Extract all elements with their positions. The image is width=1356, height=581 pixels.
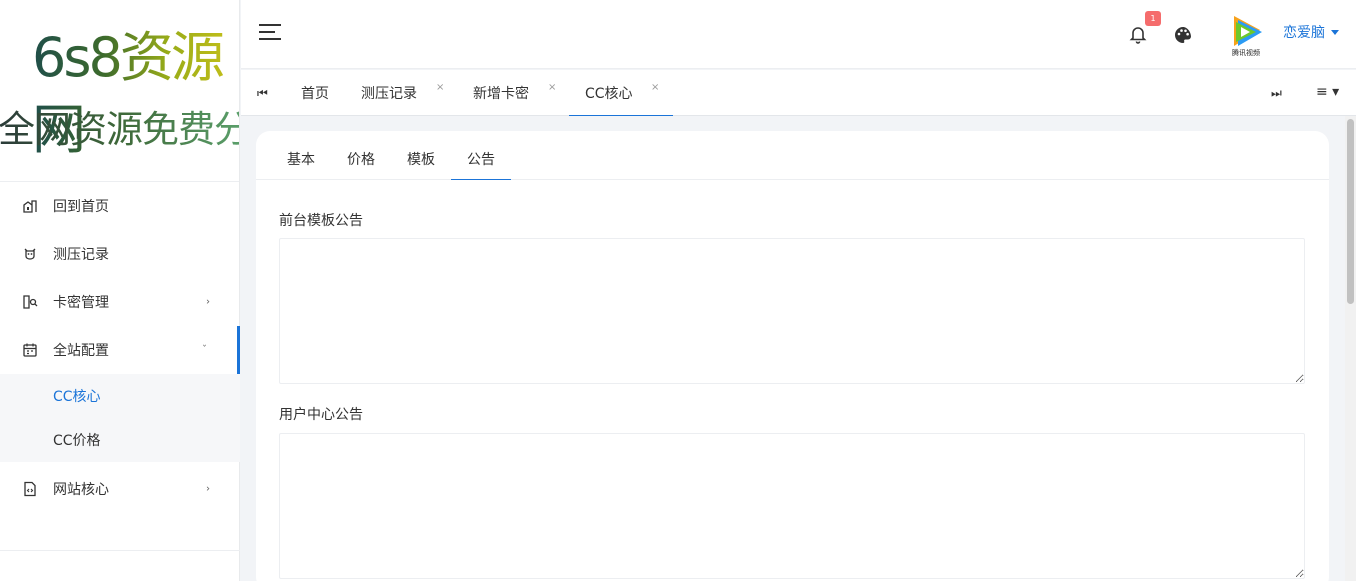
tab-cc-core[interactable]: CC核心 ×: [569, 70, 673, 116]
sidebar-item-label: 网站核心: [53, 482, 109, 498]
sidebar-item-card-management[interactable]: 卡密管理 ›: [0, 278, 240, 326]
frontend-announcement-textarea[interactable]: [279, 238, 1305, 384]
home-icon: [22, 198, 38, 214]
tab-label: 测压记录: [361, 86, 417, 102]
tab-label: 新增卡密: [473, 86, 529, 102]
avatar-caption: 腾讯视频: [1232, 48, 1260, 57]
file-code-icon: [22, 481, 38, 497]
chevron-right-icon: ›: [206, 483, 210, 495]
frontend-announcement-label: 前台模板公告: [279, 213, 363, 229]
tab-home[interactable]: 首页: [301, 70, 329, 116]
sidebar-subitem-cc-price[interactable]: CC价格: [0, 418, 240, 462]
caret-down-icon[interactable]: [1331, 30, 1339, 35]
tabs-menu-icon[interactable]: ≡ ▾: [1316, 84, 1339, 100]
page-scrollbar[interactable]: [1345, 116, 1356, 581]
key-card-icon: [22, 294, 38, 310]
calendar-config-icon: [22, 342, 38, 358]
sidebar-item-label: 全站配置: [53, 343, 109, 359]
palette-icon[interactable]: [1173, 25, 1193, 45]
sidebar-subitem-cc-core[interactable]: CC核心: [0, 374, 240, 418]
tab-announcement[interactable]: 公告: [451, 131, 511, 180]
sidebar-item-site-core[interactable]: 网站核心 ›: [0, 462, 240, 516]
site-logo[interactable]: 6s8资源网 全网资源免费分享平台: [0, 0, 239, 182]
username[interactable]: 恋爱脑: [1283, 22, 1325, 42]
divider: [0, 550, 240, 551]
sidebar-submenu: CC核心 CC价格: [0, 374, 240, 462]
sidebar-item-label: 卡密管理: [53, 295, 109, 311]
tab-template[interactable]: 模板: [396, 131, 446, 180]
tab-price[interactable]: 价格: [336, 131, 386, 180]
notification-badge: 1: [1145, 11, 1161, 26]
user-center-announcement-textarea[interactable]: [279, 433, 1305, 579]
chevron-right-icon: ›: [206, 296, 210, 308]
chevron-down-icon: ˇ: [202, 344, 207, 356]
close-icon[interactable]: ×: [436, 64, 444, 112]
scroll-last-icon[interactable]: ⏭: [1271, 86, 1282, 101]
close-icon[interactable]: ×: [651, 64, 659, 112]
sidebar-item-site-config[interactable]: 全站配置 ˇ: [0, 326, 240, 374]
tabs-bar: ⏮ 首页 测压记录 × 新增卡密 × CC核心 × ⏭ ≡ ▾: [241, 70, 1356, 116]
top-header: 1 腾讯视频 恋爱脑: [241, 0, 1356, 69]
tab-label: CC核心: [585, 86, 633, 102]
tab-label: 首页: [301, 86, 329, 102]
tab-pressure-log[interactable]: 测压记录 ×: [361, 70, 444, 116]
avatar[interactable]: 腾讯视频: [1224, 10, 1268, 58]
sidebar-item-home[interactable]: 回到首页: [0, 182, 240, 230]
cow-icon: [22, 246, 38, 262]
tab-basic[interactable]: 基本: [276, 131, 326, 180]
card-tabs: 基本 价格 模板 公告: [256, 131, 1329, 180]
logo-subtitle: 全网资源免费分享平台: [0, 104, 239, 156]
user-center-announcement-label: 用户中心公告: [279, 407, 363, 423]
sidebar-item-pressure-log[interactable]: 测压记录: [0, 230, 240, 278]
bell-icon[interactable]: [1128, 24, 1148, 44]
sidebar-item-label: 回到首页: [53, 199, 109, 215]
tab-add-card[interactable]: 新增卡密 ×: [473, 70, 556, 116]
hamburger-menu-icon[interactable]: [259, 24, 281, 42]
scroll-first-icon[interactable]: ⏮: [257, 86, 268, 101]
sidebar: 6s8资源网 全网资源免费分享平台 回到首页 测压记录 卡密管理 ›: [0, 0, 240, 581]
scrollbar-thumb[interactable]: [1347, 119, 1354, 304]
sidebar-menu: 回到首页 测压记录 卡密管理 › 全站配置 ˇ CC核心 CC价格 网站核心 ›: [0, 182, 240, 516]
close-icon[interactable]: ×: [548, 64, 556, 112]
config-card: 基本 价格 模板 公告 前台模板公告 用户中心公告: [256, 131, 1329, 581]
sidebar-item-label: 测压记录: [53, 247, 109, 263]
